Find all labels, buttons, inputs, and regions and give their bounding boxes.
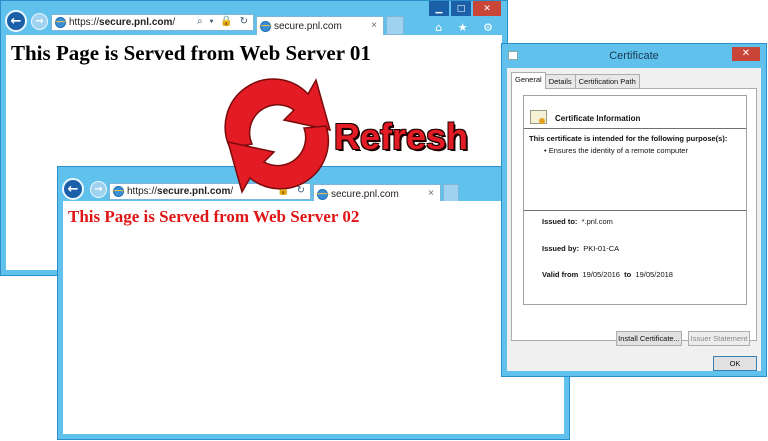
refresh-label: Refresh xyxy=(334,116,469,157)
divider xyxy=(524,128,746,129)
new-tab-button[interactable] xyxy=(386,16,404,35)
tab-secure-pnl[interactable]: secure.pnl.com × xyxy=(256,16,384,35)
certificate-tabs: General Details Certification Path xyxy=(511,72,640,89)
issued-to-label: Issued to: xyxy=(542,217,578,226)
tab-close-icon[interactable]: × xyxy=(428,188,434,199)
dialog-body: General Details Certification Path Certi… xyxy=(507,68,761,371)
dialog-close-button[interactable]: ✕ xyxy=(732,47,760,61)
general-tab-panel: Certificate Information This certificate… xyxy=(511,88,757,346)
forward-button[interactable]: → xyxy=(90,181,107,198)
issued-by-label: Issued by: xyxy=(542,244,580,253)
back-button[interactable]: ← xyxy=(5,10,27,32)
browser-window-2: ← → https://secure.pnl.com / 🔒 ↻ secure.p… xyxy=(57,166,570,440)
back-button[interactable]: ← xyxy=(62,178,84,200)
url-host: secure.pnl.com xyxy=(99,17,173,28)
dialog-title: Certificate xyxy=(609,50,659,62)
tab-details[interactable]: Details xyxy=(544,74,576,89)
maximize-button[interactable]: □ xyxy=(451,1,471,16)
issued-to-value: *.pnl.com xyxy=(581,217,613,226)
tab-general[interactable]: General xyxy=(511,72,546,89)
address-tools[interactable]: ⌕ ▾ 🔒 ↻ xyxy=(197,16,250,27)
issued-by-row: Issued by: PKI-01-CA xyxy=(542,244,619,253)
purpose-heading: This certificate is intended for the fol… xyxy=(529,134,728,143)
valid-to-label: to xyxy=(624,270,632,279)
home-favorites-settings-icons[interactable]: ⌂ ★ ⚙ xyxy=(435,21,499,34)
ie-page-icon xyxy=(111,186,126,197)
divider xyxy=(524,210,746,211)
browser-toolbar: ← → https://secure.pnl.com / ⌕ ▾ 🔒 ↻ secu… xyxy=(1,1,507,35)
purpose-item: • Ensures the identity of a remote compu… xyxy=(544,146,688,155)
tab-close-icon[interactable]: × xyxy=(371,20,377,31)
page-heading: This Page is Served from Web Server 02 xyxy=(68,207,360,226)
install-certificate-button[interactable]: Install Certificate... xyxy=(616,331,682,346)
issuer-statement-button[interactable]: Issuer Statement xyxy=(688,331,750,346)
certificate-info-box: Certificate Information This certificate… xyxy=(523,95,747,305)
ie-page-icon xyxy=(53,17,68,28)
valid-from-value: 19/05/2016 xyxy=(582,270,620,279)
refresh-arrows-icon xyxy=(224,78,332,194)
address-bar[interactable]: https://secure.pnl.com / ⌕ ▾ 🔒 ↻ xyxy=(51,14,254,31)
minimize-button[interactable]: ▁ xyxy=(429,1,449,16)
valid-to-value: 19/05/2018 xyxy=(635,270,673,279)
issued-to-row: Issued to: *.pnl.com xyxy=(542,217,613,226)
url-suffix: / xyxy=(172,17,176,28)
tab-certification-path[interactable]: Certification Path xyxy=(574,74,640,89)
valid-from-label: Valid from xyxy=(542,270,579,279)
issued-by-value: PKI-01-CA xyxy=(583,244,620,253)
ie-tab-icon xyxy=(258,20,273,32)
url-prefix: https:// xyxy=(69,17,100,28)
ok-button[interactable]: OK xyxy=(713,356,757,371)
page-content: This Page is Served from Web Server 02 xyxy=(63,201,564,434)
url-prefix: https:// xyxy=(127,186,158,197)
certificate-icon xyxy=(530,110,547,124)
tab-title: secure.pnl.com xyxy=(274,20,342,32)
certificate-dialog: Certificate ✕ General Details Certificat… xyxy=(501,43,767,377)
certificate-info-title: Certificate Information xyxy=(555,114,641,123)
forward-button[interactable]: → xyxy=(31,13,48,30)
close-window-button[interactable]: ✕ xyxy=(473,1,501,16)
validity-row: Valid from 19/05/2016 to 19/05/2018 xyxy=(542,270,673,279)
page-heading: This Page is Served from Web Server 01 xyxy=(11,41,371,65)
